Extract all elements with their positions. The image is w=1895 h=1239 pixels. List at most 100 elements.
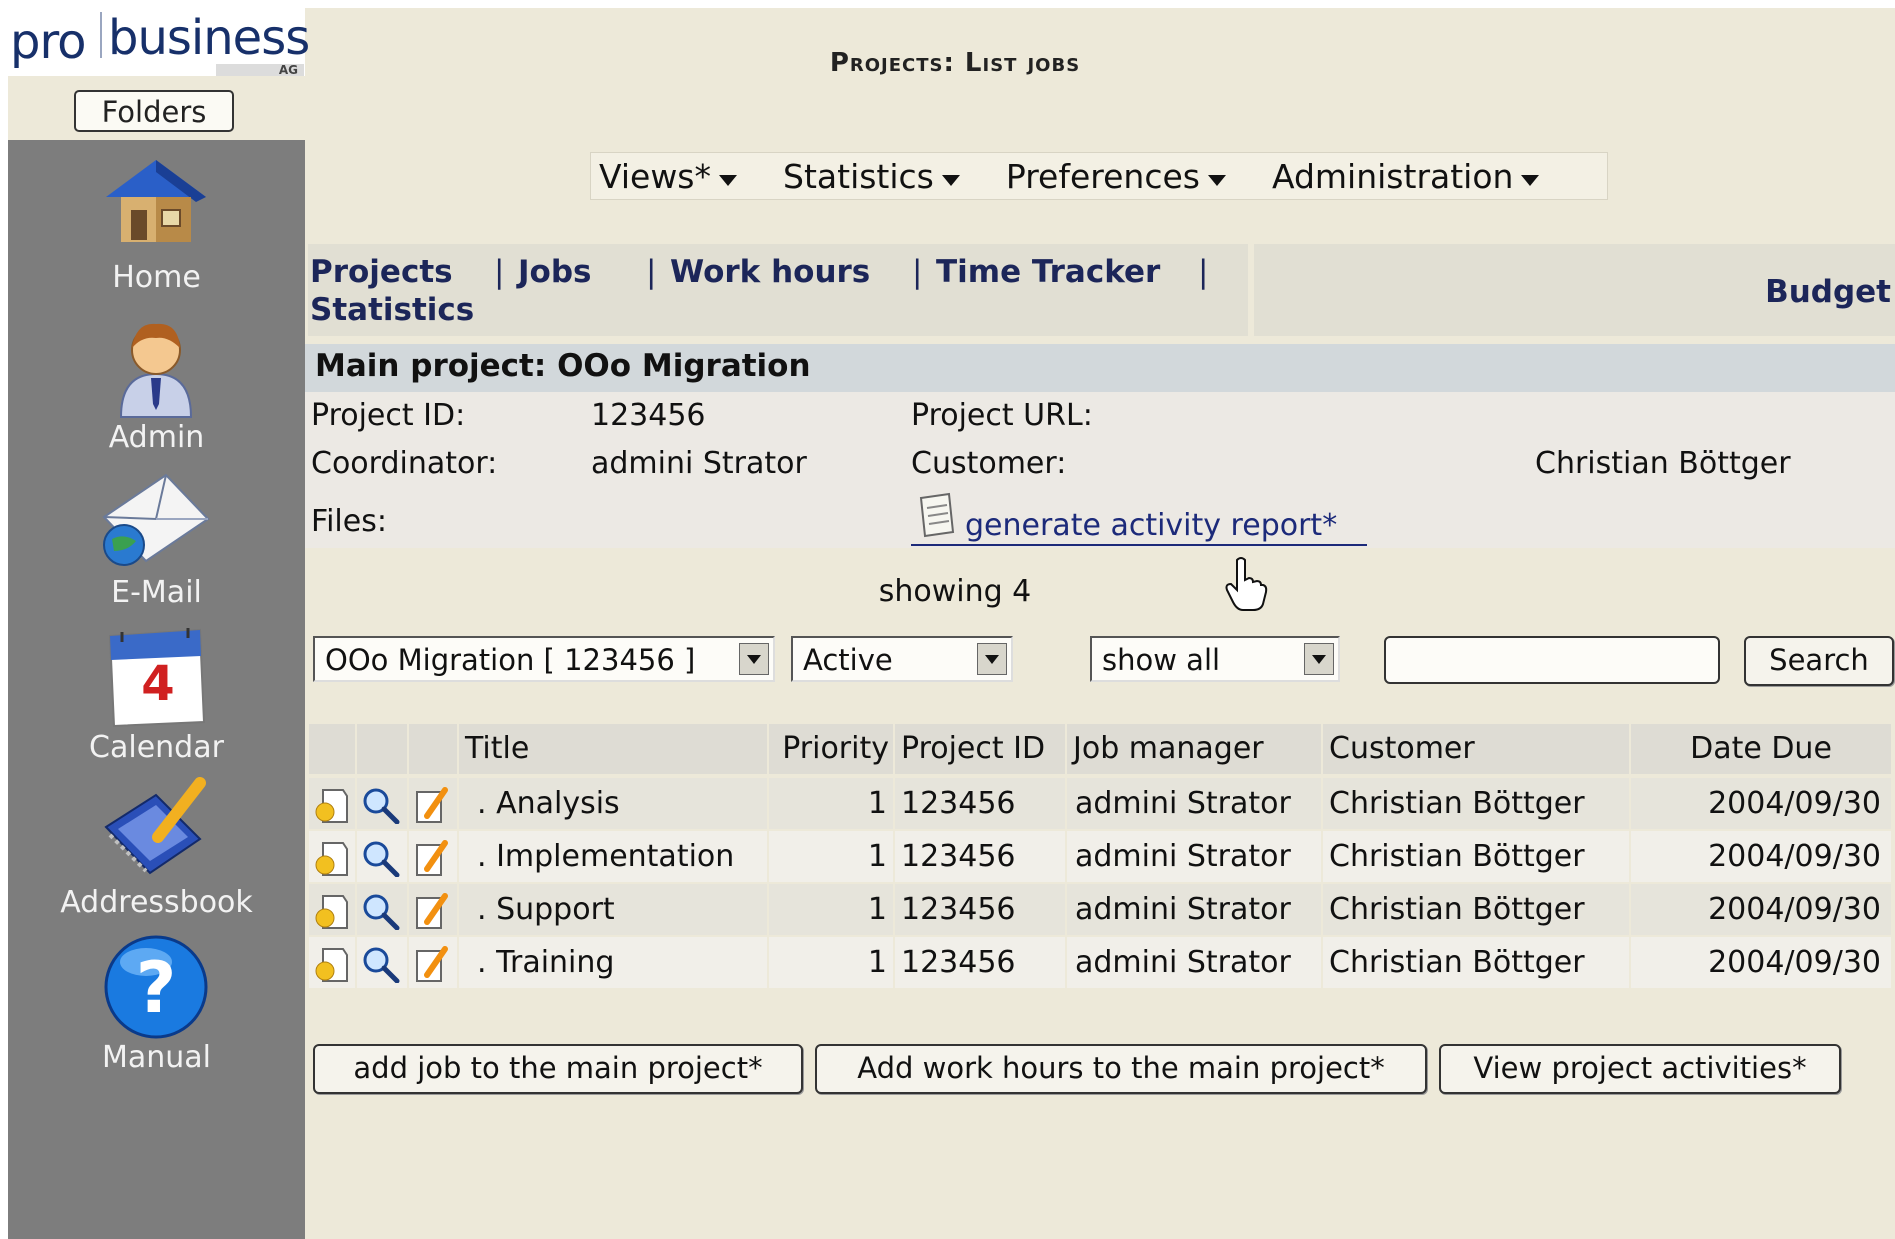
menu-administration[interactable]: Administration [1272,157,1540,196]
add-job-button[interactable]: add job to the main project* [313,1044,803,1094]
table-header-icon-col [357,724,407,774]
tab-work-hours[interactable]: Work hours [670,254,870,290]
search-button[interactable]: Search [1744,636,1894,686]
sidebar-item-label: E-Mail [111,575,202,610]
edit-cell[interactable] [409,831,457,882]
tab-time-tracker[interactable]: Time Tracker [936,254,1160,290]
magnifier-icon [363,894,400,930]
tab-bar-right: Budget [1254,244,1895,336]
email-icon [102,473,210,566]
files-label: Files: [311,504,387,539]
sidebar-item-home[interactable]: Home [8,140,305,326]
new-subjob-cell[interactable] [309,937,355,988]
sidebar-item-label: Home [112,260,201,295]
new-document-icon [315,948,348,982]
generate-report-link[interactable]: generate activity report* [911,492,1367,546]
tab-budget[interactable]: Budget [1765,274,1891,310]
caret-down-icon [1521,174,1540,186]
search-input[interactable] [1384,636,1720,684]
table-header-icon-col [309,724,355,774]
dropdown-arrow-icon [977,643,1007,675]
sidebar-item-manual[interactable]: ? Manual [8,920,305,1106]
edit-cell[interactable] [409,778,457,829]
status-select[interactable]: Active [791,636,1013,682]
add-work-hours-button[interactable]: Add work hours to the main project* [815,1044,1427,1094]
column-header-date-due[interactable]: Date Due [1631,724,1891,774]
column-header-title[interactable]: Title [459,724,767,774]
menu-statistics[interactable]: Statistics [783,157,960,196]
menu-preferences[interactable]: Preferences [1006,157,1226,196]
table-header: Title Priority Project ID Job manager Cu… [309,724,1891,776]
job-manager: admini Strator [1067,831,1321,882]
table-header-icon-col [409,724,457,774]
sidebar-item-label: Addressbook [60,885,253,920]
new-document-icon [315,842,348,876]
job-customer: Christian Böttger [1323,884,1629,935]
logo-text-ag: AG [216,64,304,76]
folders-button[interactable]: Folders [74,90,234,132]
edit-pencil-icon [416,840,448,876]
new-subjob-cell[interactable] [309,831,355,882]
result-count: showing 4 [878,574,1032,609]
project-id-value: 123456 [591,398,706,433]
job-customer: Christian Böttger [1323,831,1629,882]
view-cell[interactable] [357,884,407,935]
column-header-customer[interactable]: Customer [1323,724,1629,774]
project-info: Project ID: 123456 Project URL: Coordina… [305,392,1895,548]
view-activities-button[interactable]: View project activities* [1439,1044,1841,1094]
tab-jobs[interactable]: Jobs [518,254,591,290]
job-priority: 1 [769,937,893,988]
project-header: Main project: OOo Migration [305,344,1895,392]
job-date-due: 2004/09/30 [1631,937,1891,988]
customer-label: Customer: [911,446,1067,481]
magnifier-icon [363,841,400,877]
new-document-icon [315,895,348,929]
job-title[interactable]: . Implementation [459,831,767,882]
column-header-job-manager[interactable]: Job manager [1067,724,1321,774]
job-priority: 1 [769,831,893,882]
page-title: Projects: List jobs [829,48,1081,78]
dropdown-arrow-icon [739,643,769,675]
job-priority: 1 [769,778,893,829]
svg-text:4: 4 [141,656,174,712]
job-manager: admini Strator [1067,937,1321,988]
project-url-label: Project URL: [911,398,1093,433]
job-date-due: 2004/09/30 [1631,831,1891,882]
new-document-icon [315,789,348,823]
sidebar-item-label: Calendar [89,730,224,765]
app-frame: pro business AG Folders Home Admin E-Mai… [8,8,1895,1239]
new-subjob-cell[interactable] [309,778,355,829]
menu-views[interactable]: Views* [599,157,738,196]
view-cell[interactable] [357,937,407,988]
table-row: . Support 1 123456 admini Strator Christ… [309,884,1891,937]
dropdown-arrow-icon [1304,643,1334,675]
project-select[interactable]: OOo Migration [ 123456 ] [313,636,775,682]
caret-down-icon [719,174,738,186]
customer-value: Christian Böttger [1535,446,1791,481]
edit-pencil-icon [416,893,448,929]
hand-cursor-icon [1225,557,1268,611]
company-logo: pro business AG [8,8,310,76]
column-header-project-id[interactable]: Project ID [895,724,1065,774]
tab-bar: Projects | Jobs | Work hours | Time Trac… [308,244,1895,336]
svg-text:?: ? [136,947,177,1029]
tab-statistics[interactable]: Statistics [310,292,474,328]
status-select-value: Active [803,643,893,677]
tab-bar-left: Projects | Jobs | Work hours | Time Trac… [308,244,1248,336]
job-title[interactable]: . Training [459,937,767,988]
magnifier-icon [363,788,400,824]
document-icon [919,492,955,538]
tab-projects[interactable]: Projects [310,254,453,290]
show-select[interactable]: show all [1090,636,1340,682]
column-header-priority[interactable]: Priority [769,724,893,774]
job-title[interactable]: . Support [459,884,767,935]
new-subjob-cell[interactable] [309,884,355,935]
view-cell[interactable] [357,778,407,829]
view-cell[interactable] [357,831,407,882]
job-manager: admini Strator [1067,778,1321,829]
edit-cell[interactable] [409,937,457,988]
caret-down-icon [1207,174,1226,186]
job-title[interactable]: . Analysis [459,778,767,829]
edit-cell[interactable] [409,884,457,935]
coordinator-label: Coordinator: [311,446,498,481]
